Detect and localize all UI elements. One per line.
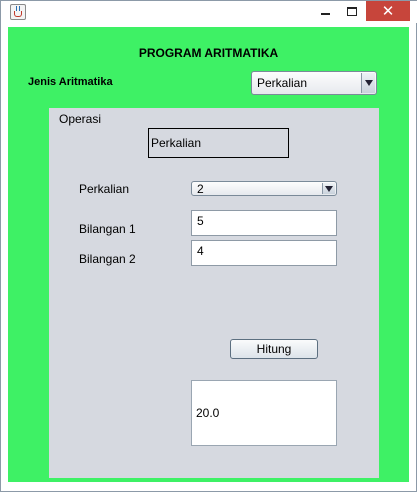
close-icon: ✕ bbox=[381, 2, 395, 20]
hitung-button[interactable]: Hitung bbox=[230, 339, 318, 359]
minimize-icon bbox=[320, 13, 330, 15]
bilangan1-field[interactable]: 5 bbox=[191, 210, 337, 236]
perkalian-select-value: 2 bbox=[197, 181, 204, 196]
bilangan2-label: Bilangan 2 bbox=[79, 252, 136, 266]
dropdown-button[interactable] bbox=[361, 73, 375, 93]
title-bar: ✕ bbox=[1, 1, 417, 23]
jenis-aritmatika-select[interactable]: Perkalian bbox=[251, 71, 377, 95]
form-content: PROGRAM ARITMATIKA Jenis Aritmatika Perk… bbox=[8, 27, 409, 482]
chevron-down-icon bbox=[364, 80, 373, 86]
result-area[interactable]: 20.0 bbox=[191, 380, 337, 446]
minimize-button[interactable] bbox=[312, 1, 338, 21]
app-window: ✕ PROGRAM ARITMATIKA Jenis Aritmatika Pe… bbox=[0, 0, 417, 492]
perkalian-label: Perkalian bbox=[79, 182, 130, 196]
operasi-panel: Operasi Perkalian Perkalian 2 Bilangan 1… bbox=[49, 108, 379, 478]
bilangan2-field[interactable]: 4 bbox=[191, 240, 337, 266]
dropdown-button[interactable] bbox=[322, 183, 335, 194]
operasi-label: Operasi bbox=[59, 112, 102, 126]
java-cup-icon bbox=[10, 4, 26, 20]
maximize-icon bbox=[347, 6, 357, 16]
operation-display: Perkalian bbox=[148, 128, 289, 158]
close-button[interactable]: ✕ bbox=[366, 1, 410, 21]
jenis-aritmatika-label: Jenis Aritmatika bbox=[28, 76, 113, 88]
maximize-button[interactable] bbox=[339, 1, 365, 21]
perkalian-select[interactable]: 2 bbox=[191, 181, 337, 196]
chevron-down-icon bbox=[325, 185, 333, 192]
jenis-aritmatika-value: Perkalian bbox=[257, 76, 308, 90]
bilangan1-label: Bilangan 1 bbox=[79, 222, 136, 236]
page-title: PROGRAM ARITMATIKA bbox=[138, 46, 279, 60]
